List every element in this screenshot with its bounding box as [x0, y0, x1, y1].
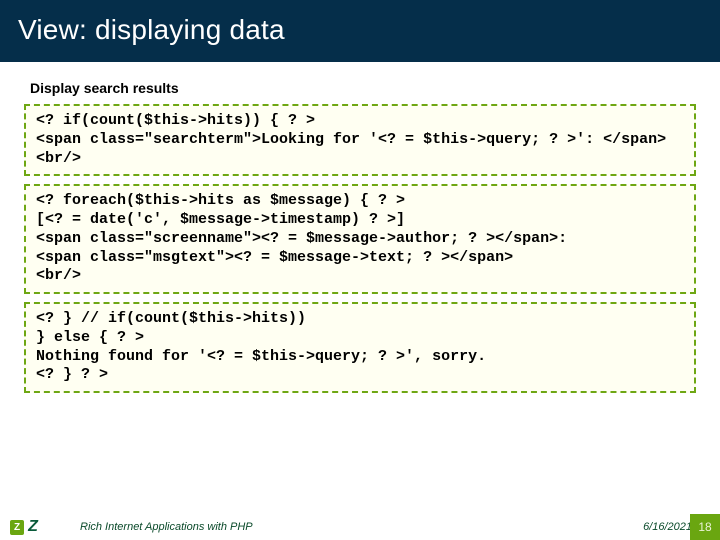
footer-date: 6/16/2021: [643, 521, 692, 533]
zend-mark: Z: [28, 518, 38, 536]
code-block-3: <? } // if(count($this->hits)) } else { …: [24, 302, 696, 393]
code-block-1: <? if(count($this->hits)) { ? > <span cl…: [24, 104, 696, 176]
page-number-stripe: 18: [690, 514, 720, 540]
footer: Z Z Rich Internet Applications with PHP …: [0, 514, 720, 540]
page-number: 18: [698, 520, 711, 534]
slide-subtitle: Display search results: [30, 80, 720, 96]
title-bar: View: displaying data: [0, 0, 720, 62]
footer-title: Rich Internet Applications with PHP: [80, 521, 253, 533]
zend-logo: Z Z: [10, 516, 70, 538]
slide-title: View: displaying data: [18, 14, 702, 46]
code-block-2: <? foreach($this->hits as $message) { ? …: [24, 184, 696, 294]
slide: View: displaying data Display search res…: [0, 0, 720, 540]
zend-badge-icon: Z: [10, 520, 24, 535]
